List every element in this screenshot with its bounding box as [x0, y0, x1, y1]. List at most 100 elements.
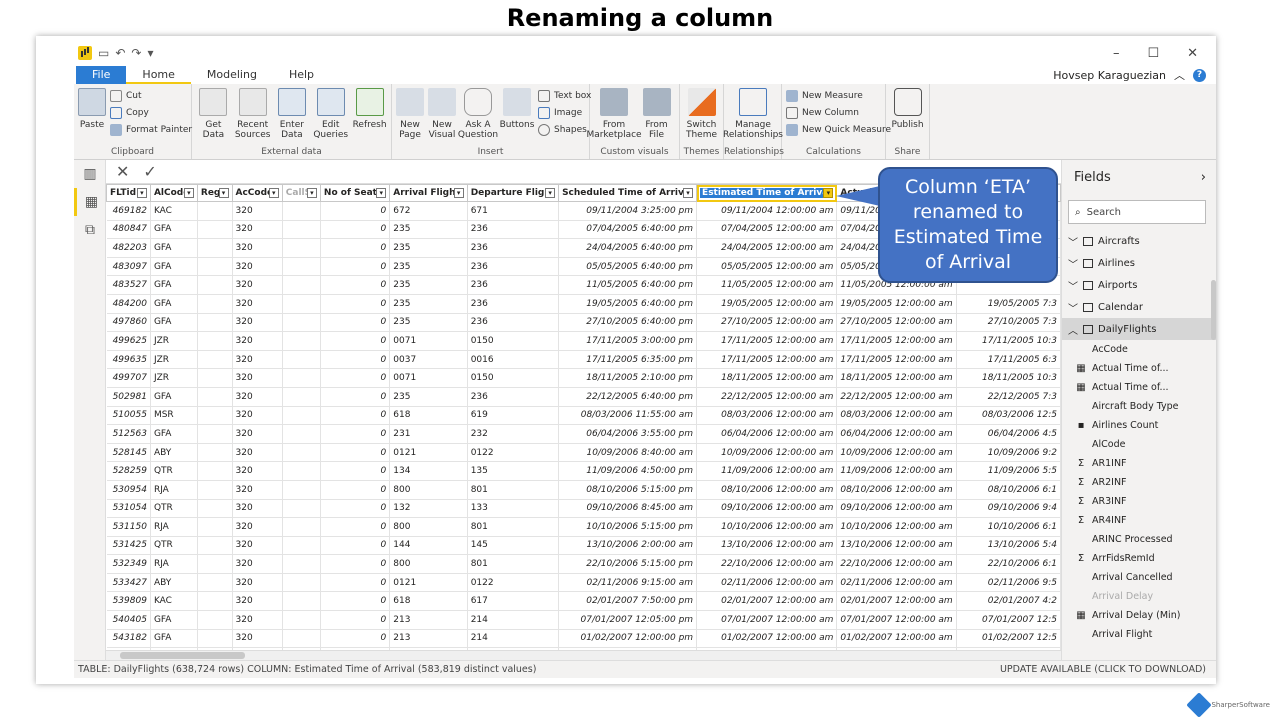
table-cell[interactable]: [197, 517, 233, 537]
table-cell[interactable]: GFA: [150, 275, 198, 295]
table-cell[interactable]: [197, 257, 233, 277]
table-row[interactable]: 531150 RJA 320 0 800 801 10/10/2006 5:15:00 pm…: [106, 517, 1061, 537]
new-measure-button[interactable]: New Measure: [786, 90, 891, 102]
table-cell[interactable]: 497860: [106, 313, 151, 333]
collapse-ribbon-icon[interactable]: ︿: [1174, 67, 1185, 83]
table-cell[interactable]: GFA: [150, 387, 198, 407]
table-cell[interactable]: 09/10/2006 8:45:00 am: [558, 499, 698, 519]
table-cell[interactable]: 07/01/2007 12:5: [956, 610, 1061, 630]
table-cell[interactable]: 214: [467, 629, 560, 649]
table-cell[interactable]: 320: [232, 443, 283, 463]
table-cell[interactable]: 320: [232, 331, 283, 351]
table-cell[interactable]: GFA: [150, 220, 198, 240]
table-cell[interactable]: 0: [320, 517, 391, 537]
table-cell[interactable]: KAC: [150, 591, 198, 612]
table-cell[interactable]: 27/10/2005 12:00:00 am: [836, 313, 957, 333]
table-cell[interactable]: 617: [467, 591, 560, 612]
table-cell[interactable]: 02/11/2006 9:15:00 am: [558, 573, 698, 593]
table-cell[interactable]: 0: [320, 573, 391, 593]
table-cell[interactable]: [282, 387, 321, 407]
table-cell[interactable]: 0121: [389, 443, 468, 463]
table-cell[interactable]: 0: [320, 238, 391, 258]
table-cell[interactable]: 531054: [106, 499, 151, 519]
table-cell[interactable]: 145: [467, 536, 560, 556]
table-cell[interactable]: 18/11/2005 12:00:00 am: [836, 368, 957, 388]
new-column-button[interactable]: New Column: [786, 107, 891, 119]
table-cell[interactable]: 0: [320, 406, 391, 426]
table-cell[interactable]: 320: [232, 387, 283, 407]
table-cell[interactable]: 512563: [106, 424, 151, 444]
table-cell[interactable]: [197, 499, 233, 519]
table-cell[interactable]: 22/10/2006 5:15:00 pm: [558, 554, 698, 574]
table-cell[interactable]: 10/10/2006 5:15:00 pm: [558, 517, 698, 537]
table-cell[interactable]: GFA: [150, 629, 198, 649]
field-item[interactable]: Arrival Delay: [1062, 587, 1216, 606]
scroll-thumb[interactable]: [120, 652, 245, 659]
table-cell[interactable]: 499625: [106, 331, 151, 351]
table-cell[interactable]: 235: [389, 220, 468, 240]
table-cell[interactable]: 0: [320, 387, 391, 407]
table-cell[interactable]: 07/04/2005 6:40:00 pm: [558, 220, 698, 240]
table-cell[interactable]: GFA: [150, 424, 198, 444]
field-item[interactable]: AlCode: [1062, 435, 1216, 454]
field-item[interactable]: Σ AR3INF: [1062, 492, 1216, 511]
table-cell[interactable]: [197, 350, 233, 370]
table-cell[interactable]: [197, 573, 233, 593]
table-cell[interactable]: 13/10/2006 2:00:00 am: [558, 536, 698, 556]
fields-table-dailyflights[interactable]: ︿ DailyFlights: [1062, 318, 1216, 340]
table-cell[interactable]: 320: [232, 424, 283, 444]
table-cell[interactable]: 801: [467, 554, 560, 574]
table-cell[interactable]: 480847: [106, 220, 151, 240]
table-row[interactable]: 510055 MSR 320 0 618 619 08/03/2006 11:55:00 a…: [106, 406, 1061, 426]
table-cell[interactable]: [197, 610, 233, 630]
table-cell[interactable]: 320: [232, 350, 283, 370]
table-cell[interactable]: [197, 238, 233, 258]
table-cell[interactable]: 06/04/2006 12:00:00 am: [696, 424, 838, 444]
table-cell[interactable]: 0: [320, 294, 391, 314]
table-cell[interactable]: 484200: [106, 294, 151, 314]
collapse-pane-icon[interactable]: ›: [1201, 170, 1206, 196]
table-cell[interactable]: 02/01/2007 12:00:00 am: [836, 591, 957, 612]
table-cell[interactable]: 543182: [106, 629, 151, 649]
table-cell[interactable]: [282, 313, 321, 333]
table-cell[interactable]: 540405: [106, 610, 151, 630]
table-cell[interactable]: 11/09/2006 12:00:00 am: [696, 461, 838, 481]
table-cell[interactable]: QTR: [150, 461, 198, 481]
filter-dropdown-icon[interactable]: ▾: [306, 188, 317, 198]
table-cell[interactable]: 10/09/2006 12:00:00 am: [696, 443, 838, 463]
table-cell[interactable]: [282, 406, 321, 426]
table-cell[interactable]: [282, 573, 321, 593]
table-cell[interactable]: 05/05/2005 6:40:00 pm: [558, 257, 698, 277]
table-cell[interactable]: 24/04/2005 6:40:00 pm: [558, 238, 698, 258]
format-painter-button[interactable]: Format Painter: [110, 124, 192, 136]
table-cell[interactable]: [282, 610, 321, 630]
table-cell[interactable]: 08/03/2006 12:5: [956, 406, 1061, 426]
filter-dropdown-icon[interactable]: ▾: [376, 188, 387, 198]
report-view-icon[interactable]: ▥: [74, 160, 106, 188]
table-cell[interactable]: 0121: [389, 573, 468, 593]
table-cell[interactable]: 235: [389, 294, 468, 314]
table-row[interactable]: 533427 ABY 320 0 0121 0122 02/11/2006 9:15:00 …: [106, 573, 1061, 593]
table-cell[interactable]: 236: [467, 257, 560, 277]
table-cell[interactable]: 13/10/2006 5:4: [956, 536, 1061, 556]
table-cell[interactable]: 01/02/2007 12:00:00 am: [836, 629, 957, 649]
table-cell[interactable]: 22/12/2005 7:3: [956, 387, 1061, 407]
table-cell[interactable]: ABY: [150, 443, 198, 463]
table-cell[interactable]: GFA: [150, 257, 198, 277]
cancel-formula-icon[interactable]: ✕: [116, 162, 129, 181]
table-cell[interactable]: 09/10/2006 9:4: [956, 499, 1061, 519]
table-cell[interactable]: 235: [389, 387, 468, 407]
table-cell[interactable]: 530954: [106, 480, 151, 500]
table-cell[interactable]: [197, 294, 233, 314]
table-cell[interactable]: 08/10/2006 5:15:00 pm: [558, 480, 698, 500]
table-cell[interactable]: 09/10/2006 12:00:00 am: [696, 499, 838, 519]
table-cell[interactable]: [282, 554, 321, 574]
minimize-icon[interactable]: –: [1113, 46, 1120, 61]
table-cell[interactable]: JZR: [150, 331, 198, 351]
table-row[interactable]: 530954 RJA 320 0 800 801 08/10/2006 5:15:00 pm…: [106, 480, 1061, 500]
table-cell[interactable]: [282, 536, 321, 556]
table-cell[interactable]: JZR: [150, 368, 198, 388]
table-cell[interactable]: 618: [389, 406, 468, 426]
table-cell[interactable]: 22/12/2005 12:00:00 am: [836, 387, 957, 407]
table-cell[interactable]: 0: [320, 536, 391, 556]
